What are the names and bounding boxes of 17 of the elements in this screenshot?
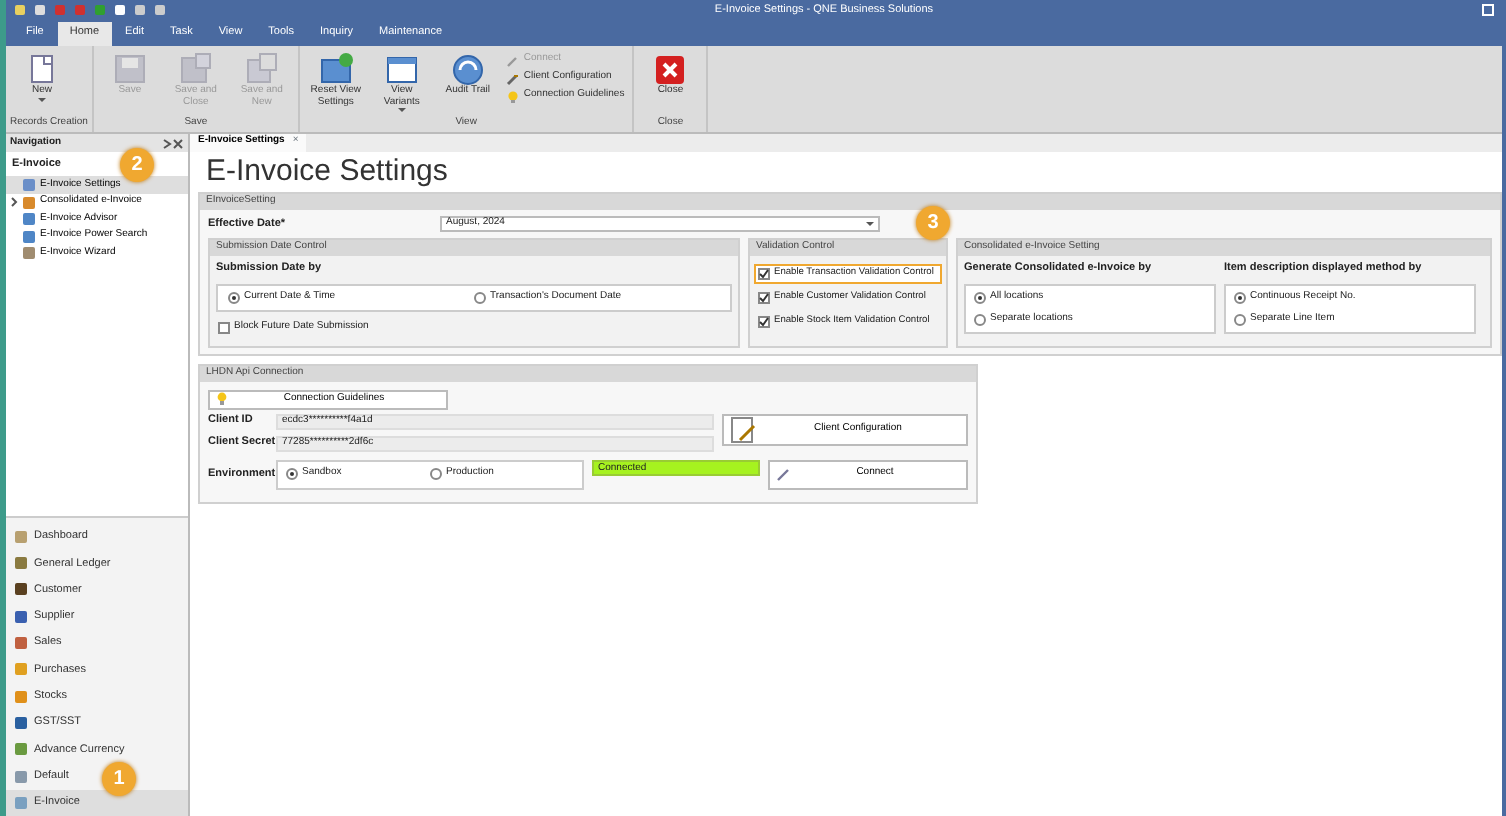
pencil-icon xyxy=(505,71,520,85)
expand-icon[interactable] xyxy=(10,196,18,209)
close-icon xyxy=(652,52,689,86)
save-icon xyxy=(177,52,214,86)
close-icon[interactable] xyxy=(172,137,184,149)
settings-icon xyxy=(317,52,354,86)
save-icon xyxy=(243,52,280,86)
lightbulb-icon xyxy=(216,392,228,407)
save-icon xyxy=(111,52,148,86)
caret-icon xyxy=(866,222,874,227)
pencil-icon xyxy=(730,415,756,444)
refresh-icon xyxy=(449,52,486,86)
window-icon xyxy=(383,52,420,86)
lightbulb-icon xyxy=(505,89,520,103)
pin-icon[interactable] xyxy=(162,137,172,149)
restore-icon[interactable] xyxy=(1482,4,1494,16)
page-heading: E-Invoice Settings xyxy=(204,152,450,192)
